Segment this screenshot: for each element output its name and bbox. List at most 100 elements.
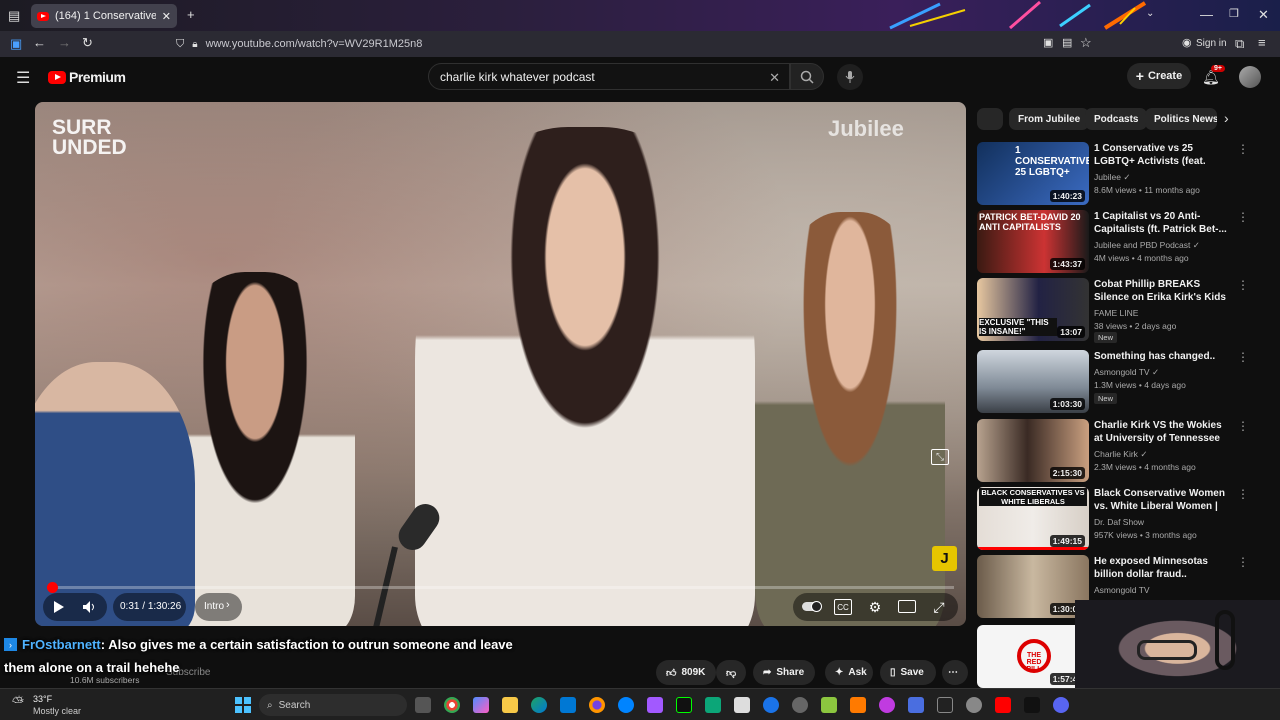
dislike-button[interactable]: 👎︎ [716, 660, 746, 685]
recommendation-title[interactable]: Cobat Phillip BREAKS Silence on Erika Ki… [1094, 278, 1230, 304]
youtube-taskbar-icon[interactable] [995, 697, 1011, 713]
progress-bar[interactable] [47, 582, 954, 593]
recommendation-item[interactable]: EXCLUSIVE "THIS IS INSANE!" 13:07 Cobat … [977, 278, 1262, 343]
recommendation-thumbnail[interactable]: 1:03:30 [977, 350, 1089, 413]
more-actions-icon[interactable]: ⋮ [1237, 419, 1249, 433]
recommendation-thumbnail[interactable]: EXCLUSIVE "THIS IS INSANE!" 13:07 [977, 278, 1089, 341]
lock-icon[interactable]: 🔒︎ [192, 39, 197, 50]
recommendation-thumbnail[interactable]: THE RED PILL 1:57:47 [977, 625, 1089, 688]
recommendation-thumbnail[interactable]: PATRICK BET-DAVID 20 ANTI CAPITALISTS 1:… [977, 210, 1089, 273]
browser-tab-active[interactable]: (164) 1 Conservative vs 25 Liberal ✕ [31, 4, 177, 28]
reload-icon[interactable]: ↻ [82, 35, 93, 51]
app-media-icon[interactable] [1024, 697, 1040, 713]
guide-menu-icon[interactable]: ☰ [16, 68, 30, 88]
chrome-icon[interactable] [444, 697, 460, 713]
chapter-label[interactable]: Intro [204, 601, 224, 612]
search-button[interactable] [790, 63, 824, 90]
back-icon[interactable]: ← [33, 35, 46, 50]
chip-politics-news[interactable]: Politics News [1145, 108, 1217, 130]
close-window-icon[interactable]: ✕ [1258, 7, 1269, 23]
more-actions-icon[interactable]: ⋮ [1237, 487, 1249, 501]
weather-temperature[interactable]: 33°F [33, 694, 52, 704]
chip-podcasts[interactable]: Podcasts [1085, 108, 1148, 130]
url-text[interactable]: www.youtube.com/watch?v=WV29R1M25n8 [206, 38, 423, 50]
recommendation-item[interactable]: BLACK CONSERVATIVES VS WHITE LIBERALS 1:… [977, 487, 1262, 550]
recommendation-channel[interactable]: Asmongold TV [1094, 585, 1234, 595]
save-button[interactable]: ▯ Save [880, 660, 936, 685]
windows-start-icon[interactable] [235, 697, 251, 713]
autoplay-toggle[interactable] [802, 601, 822, 612]
search-query[interactable]: charlie kirk whatever podcast [440, 70, 595, 84]
minimize-icon[interactable]: — [1200, 7, 1213, 22]
app-lime-icon[interactable] [821, 697, 837, 713]
recommendation-thumbnail[interactable]: 2:15:30 [977, 419, 1089, 482]
chevron-right-icon[interactable]: › [226, 599, 230, 611]
edge-icon[interactable] [531, 697, 547, 713]
recommendation-channel[interactable]: Jubilee and PBD Podcast ✓ [1094, 240, 1234, 251]
recommendation-title[interactable]: 1 Capitalist vs 20 Anti-Capitalists (ft.… [1094, 210, 1230, 236]
app-purple-icon[interactable] [879, 697, 895, 713]
captions-icon[interactable]: CC [834, 599, 852, 615]
app-white-icon[interactable] [734, 697, 750, 713]
close-tab-icon[interactable]: ✕ [162, 10, 171, 23]
volume-icon[interactable] [80, 598, 98, 616]
youtube-logo[interactable]: Premium [48, 69, 126, 85]
voice-search-button[interactable] [837, 64, 863, 90]
reader-view-icon[interactable]: ▤ [1062, 36, 1072, 49]
firefox-icon[interactable] [589, 697, 605, 713]
recommendation-item[interactable]: 2:15:30 Charlie Kirk VS the Wokies at Un… [977, 419, 1262, 482]
app-dark-icon[interactable] [937, 697, 953, 713]
recommendation-title[interactable]: 1 Conservative vs 25 LGBTQ+ Activists (f… [1094, 142, 1230, 168]
like-button[interactable]: 👍︎ 809K [656, 660, 716, 685]
video-player[interactable]: SURR UNDED Jubilee ⤡ J 0:31 / 1:30:26 In… [35, 102, 966, 626]
jubilee-app-logo-icon[interactable]: J [932, 546, 957, 571]
store-icon[interactable] [560, 697, 576, 713]
terminal-icon[interactable] [676, 697, 692, 713]
fullscreen-icon[interactable]: ⤢ [930, 598, 948, 616]
messenger-icon[interactable] [618, 697, 634, 713]
theater-mode-icon[interactable] [898, 600, 916, 613]
new-tab-icon[interactable]: + [187, 7, 195, 22]
create-button[interactable]: + Create [1127, 63, 1191, 89]
url-bar[interactable]: ⛉ 🔒︎ www.youtube.com/watch?v=WV29R1M25n8 [176, 34, 1101, 54]
recommendation-title[interactable]: Black Conservative Women vs. White Liber… [1094, 487, 1230, 513]
app-gray-icon[interactable] [966, 697, 982, 713]
recommendation-title[interactable]: Something has changed.. [1094, 350, 1230, 363]
recommendation-title[interactable]: Charlie Kirk VS the Wokies at University… [1094, 419, 1230, 445]
extensions-icon[interactable]: ⧉ [1235, 36, 1244, 52]
account-icon[interactable]: ◉ [1182, 36, 1192, 49]
app-blue-icon[interactable] [763, 697, 779, 713]
search-input[interactable]: charlie kirk whatever podcast ✕ [428, 63, 790, 90]
weather-icon[interactable]: ⛅︎ [12, 694, 24, 711]
shield-icon[interactable]: ⛉ [176, 38, 184, 51]
app-doc-icon[interactable] [908, 697, 924, 713]
app-orange-icon[interactable] [850, 697, 866, 713]
app-green-icon[interactable] [705, 697, 721, 713]
recommendation-title[interactable]: He exposed Minnesotas billion dollar fra… [1094, 555, 1230, 581]
task-view-icon[interactable] [415, 697, 431, 713]
more-actions-icon[interactable]: ⋮ [1237, 142, 1249, 156]
expand-miniplayer-icon[interactable]: ⤡ [931, 449, 949, 465]
ask-button[interactable]: ✦ Ask [825, 660, 873, 685]
menu-icon[interactable]: ≡ [1258, 35, 1266, 50]
chip-all[interactable] [977, 108, 1003, 130]
chip-from-jubilee[interactable]: From Jubilee [1009, 108, 1090, 130]
more-actions-icon[interactable]: ⋮ [1237, 210, 1249, 224]
recommendation-channel[interactable]: Jubilee ✓ [1094, 172, 1234, 183]
recommendation-item[interactable]: 1 CONSERVATIVE 25 LGBTQ+ 1:40:23 1 Conse… [977, 142, 1262, 205]
forward-icon[interactable]: → [58, 35, 71, 50]
play-icon[interactable] [50, 598, 68, 616]
more-actions-icon[interactable]: ⋮ [1237, 350, 1249, 364]
file-explorer-icon[interactable] [502, 697, 518, 713]
more-actions-icon[interactable]: ⋮ [1237, 278, 1249, 292]
settings-gear-icon[interactable]: ⚙ [866, 598, 884, 616]
recommendation-channel[interactable]: Charlie Kirk ✓ [1094, 449, 1234, 460]
recommendation-channel[interactable]: FAME LINE [1094, 308, 1234, 318]
copilot-icon[interactable] [473, 697, 489, 713]
recommendation-thumbnail[interactable]: BLACK CONSERVATIVES VS WHITE LIBERALS 1:… [977, 487, 1089, 550]
tab-list-icon[interactable]: ▤ [8, 8, 20, 24]
app-p-icon[interactable] [647, 697, 663, 713]
tab-overflow-icon[interactable]: ⌄ [1146, 8, 1154, 19]
maximize-icon[interactable]: ❐ [1229, 7, 1239, 20]
recommendation-thumbnail[interactable]: 1 CONSERVATIVE 25 LGBTQ+ 1:40:23 [977, 142, 1089, 205]
